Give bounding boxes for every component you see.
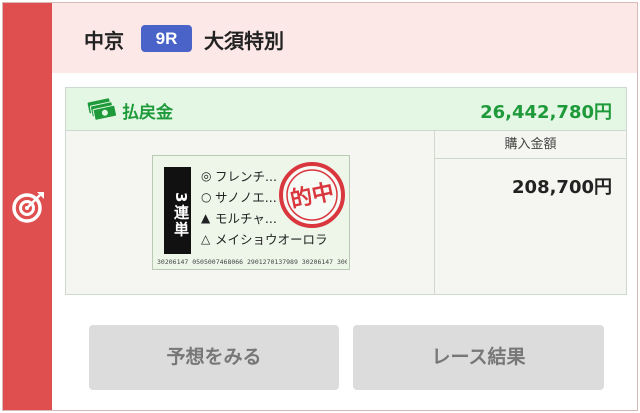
payout-bar: 払戻金 26,442,780円 (66, 88, 626, 131)
purchase-label: 購入金額 (435, 131, 626, 159)
pick-mark: ▲ (201, 210, 211, 225)
race-result-card: 中京 9R 大須特別 払戻金 26,442,780円 3連単 ◎ フレンチ...… (2, 2, 638, 411)
money-icon (87, 98, 116, 121)
payout-amount: 26,442,780円 (480, 102, 612, 123)
race-result-button[interactable]: レース結果 (353, 325, 604, 390)
pick-horse: モルチャ... (215, 211, 277, 226)
pick-mark: △ (201, 231, 211, 246)
payout-label: 払戻金 (122, 103, 173, 123)
pick-mark: ○ (201, 189, 212, 204)
venue-name: 中京 (84, 29, 124, 53)
hit-stamp-icon: 的中 (279, 162, 345, 228)
pick-row: △ メイショウオーロラ (201, 228, 349, 249)
pick-horse: メイショウオーロラ (215, 232, 328, 247)
race-header: 中京 9R 大須特別 (52, 3, 637, 73)
pick-horse: フレンチ... (215, 169, 277, 184)
payout-panel: 払戻金 26,442,780円 3連単 ◎ フレンチ... ○ サノノエ... … (65, 87, 627, 295)
view-forecast-button[interactable]: 予想をみる (89, 325, 339, 390)
bet-type-label: 3連単 (164, 167, 191, 254)
ticket-serial: 30206147 0505007468066 2901270137989 302… (157, 258, 347, 266)
purchase-area: 購入金額 208,700円 (435, 131, 626, 294)
race-number-badge: 9R (141, 25, 192, 52)
race-name: 大須特別 (204, 29, 284, 53)
accent-stripe (3, 3, 52, 410)
pick-horse: サノノエ... (215, 190, 277, 205)
target-icon (12, 192, 44, 223)
ticket-area: 3連単 ◎ フレンチ... ○ サノノエ... ▲ モルチャ... △ メイショ… (66, 131, 435, 294)
betting-ticket-image: 3連単 ◎ フレンチ... ○ サノノエ... ▲ モルチャ... △ メイショ… (152, 155, 350, 270)
purchase-amount: 208,700円 (512, 177, 612, 198)
pick-mark: ◎ (201, 168, 212, 183)
